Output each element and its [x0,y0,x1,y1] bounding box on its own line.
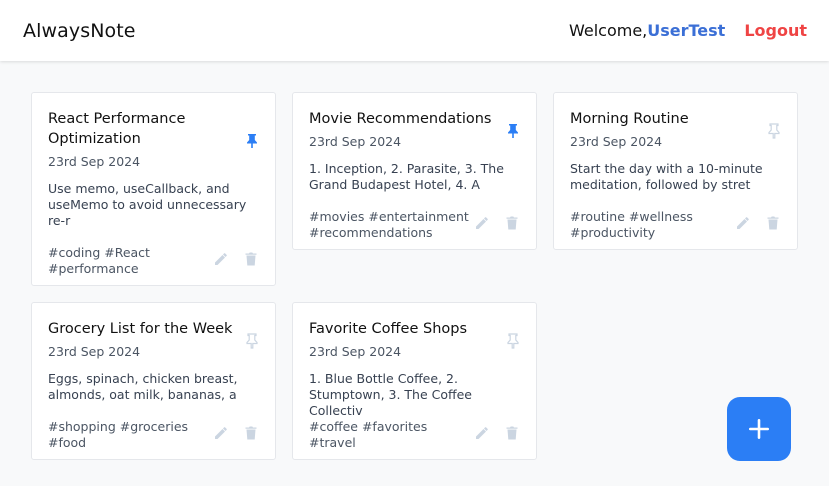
pencil-icon[interactable] [474,425,490,441]
note-title: Movie Recommendations [309,111,492,127]
pencil-icon[interactable] [213,425,229,441]
note-card[interactable]: Morning Routine 23rd Sep 2024 Start the … [553,92,798,250]
note-content: Use memo, useCallback, and useMemo to av… [48,181,247,228]
note-title: Grocery List for the Week [48,321,233,337]
note-content: 1. Blue Bottle Coffee, 2. Stumptown, 3. … [309,371,473,418]
username: UserTest [647,21,726,40]
note-date: 23rd Sep 2024 [48,344,141,359]
note-tags: #shopping #groceries #food [48,419,189,450]
pencil-icon[interactable] [735,215,751,231]
pencil-icon[interactable] [474,215,490,231]
trash-icon[interactable] [504,425,520,441]
welcome-text: Welcome, [568,21,648,40]
user-info: Welcome, UserTest Logout [569,21,807,40]
trash-icon[interactable] [504,215,520,231]
brand-logo[interactable]: AlwaysNote [23,20,136,42]
note-content: Eggs, spinach, chicken breast, almonds, … [48,371,238,402]
note-tags: #coding #React #performance [48,245,150,276]
note-date: 23rd Sep 2024 [309,134,402,149]
add-note-button[interactable] [727,397,791,461]
trash-icon[interactable] [765,215,781,231]
note-actions [735,215,781,231]
note-date: 23rd Sep 2024 [309,344,402,359]
note-title: Favorite Coffee Shops [309,321,468,337]
note-actions [474,215,520,231]
trash-icon[interactable] [243,251,259,267]
pin-icon[interactable] [506,123,520,139]
pin-icon[interactable] [245,333,259,349]
trash-icon[interactable] [243,425,259,441]
note-tags: #coffee #favorites #travel [309,419,428,450]
navbar: AlwaysNote Welcome, UserTest Logout [0,0,829,61]
note-date: 23rd Sep 2024 [48,154,141,169]
note-content: 1. Inception, 2. Parasite, 3. The Grand … [309,161,504,192]
note-card[interactable]: Favorite Coffee Shops 23rd Sep 2024 1. B… [292,302,537,460]
pin-icon[interactable] [506,333,520,349]
note-tags: #routine #wellness #productivity [570,209,693,240]
logout-button[interactable]: Logout [744,21,807,40]
note-actions [213,425,259,441]
note-tags: #movies #entertainment #recommendations [309,209,469,240]
pin-icon[interactable] [245,133,259,149]
note-title: React Performance Optimization [48,111,186,147]
note-card[interactable]: Movie Recommendations 23rd Sep 2024 1. I… [292,92,537,250]
note-title: Morning Routine [570,111,689,127]
pin-icon[interactable] [767,123,781,139]
note-content: Start the day with a 10-minute meditatio… [570,161,763,192]
pencil-icon[interactable] [213,251,229,267]
note-actions [474,425,520,441]
note-actions [213,251,259,267]
note-card[interactable]: Grocery List for the Week 23rd Sep 2024 … [31,302,276,460]
plus-icon [749,419,769,439]
note-date: 23rd Sep 2024 [570,134,663,149]
note-card[interactable]: React Performance Optimization 23rd Sep … [31,92,276,286]
